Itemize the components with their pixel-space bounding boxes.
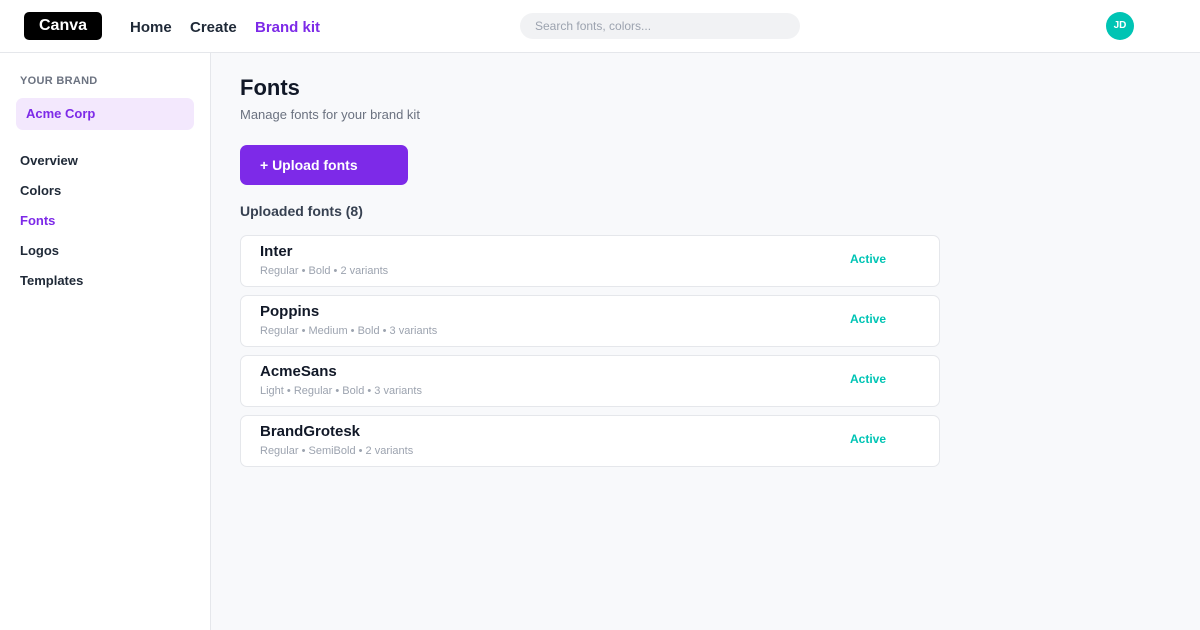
- font-card[interactable]: Inter Regular • Bold • 2 variants Active: [240, 235, 940, 287]
- sidebar-item-overview[interactable]: Overview: [20, 153, 78, 168]
- font-name: Poppins: [260, 303, 320, 320]
- nav-create[interactable]: Create: [190, 19, 237, 36]
- page-title: Fonts: [240, 75, 300, 100]
- brand-selector[interactable]: Acme Corp: [16, 98, 194, 130]
- status-badge: Active: [850, 432, 887, 446]
- uploaded-fonts-heading: Uploaded fonts (8): [240, 203, 363, 219]
- font-variants: Regular • SemiBold • 2 variants: [260, 445, 414, 457]
- status-badge: Active: [850, 372, 887, 386]
- user-avatar[interactable]: JD: [1106, 12, 1134, 40]
- font-card[interactable]: BrandGrotesk Regular • SemiBold • 2 vari…: [240, 415, 940, 467]
- status-badge: Active: [850, 312, 887, 326]
- nav-brand-kit[interactable]: Brand kit: [255, 19, 320, 36]
- sidebar-item-templates[interactable]: Templates: [20, 273, 83, 288]
- top-bar: Canva Home Create Brand kit JD: [0, 0, 1200, 53]
- font-list: Inter Regular • Bold • 2 variants Active…: [240, 235, 940, 475]
- font-name: Inter: [260, 243, 293, 260]
- sidebar-item-colors[interactable]: Colors: [20, 183, 61, 198]
- font-name: AcmeSans: [260, 363, 337, 380]
- font-card[interactable]: AcmeSans Light • Regular • Bold • 3 vari…: [240, 355, 940, 407]
- canva-logo[interactable]: Canva: [24, 12, 102, 40]
- font-variants: Regular • Medium • Bold • 3 variants: [260, 325, 438, 337]
- font-card[interactable]: Poppins Regular • Medium • Bold • 3 vari…: [240, 295, 940, 347]
- sidebar: YOUR BRAND Acme Corp Overview Colors Fon…: [0, 53, 211, 630]
- nav-home[interactable]: Home: [130, 19, 172, 36]
- font-name: BrandGrotesk: [260, 423, 361, 440]
- upload-fonts-button[interactable]: + Upload fonts: [240, 145, 408, 185]
- page-subtitle: Manage fonts for your brand kit: [240, 107, 420, 122]
- font-variants: Regular • Bold • 2 variants: [260, 265, 389, 277]
- sidebar-item-logos[interactable]: Logos: [20, 243, 59, 258]
- search-input[interactable]: [520, 13, 800, 39]
- status-badge: Active: [850, 252, 887, 266]
- font-variants: Light • Regular • Bold • 3 variants: [260, 385, 422, 397]
- sidebar-item-fonts[interactable]: Fonts: [20, 213, 55, 228]
- sidebar-heading: YOUR BRAND: [20, 75, 98, 87]
